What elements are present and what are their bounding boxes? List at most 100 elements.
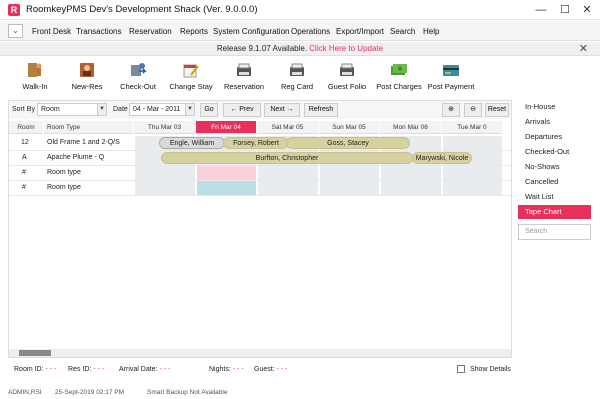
date-header-selected[interactable]: Fri Mar 04 [196,121,256,134]
date-cell[interactable] [442,181,502,195]
menu-front-desk[interactable]: Front Desk [32,27,71,36]
date-header[interactable]: Tue Mar 0 [442,121,502,134]
change-stay-icon [183,64,199,78]
update-link[interactable]: Click Here to Update [309,44,383,53]
room-id-field: Room ID: - - - [14,366,56,373]
sidebar-item-arrivals[interactable]: Arrivals [518,115,591,129]
zoom-in-button[interactable]: ⊕ [442,103,460,117]
sidebar-item-no-shows[interactable]: No-Shows [518,160,591,174]
menu-reports[interactable]: Reports [180,27,208,36]
room-column-header: Room [9,121,43,134]
date-cell[interactable] [380,181,441,195]
search-input[interactable]: Search [518,224,591,240]
printer-icon [290,63,304,76]
check-out-label: Check-Out [120,82,156,91]
room-id-label: Room ID: [14,366,44,373]
update-text: Release 9.1.07 Available. [216,44,310,53]
user-name: ADMIN,RSI [8,389,42,396]
menu-help[interactable]: Help [423,27,439,36]
booking-bar[interactable]: Marywski, Nicole [412,152,472,164]
res-id-label: Res ID: [68,366,92,373]
minimize-button[interactable]: — [533,2,549,18]
date-cell[interactable] [257,181,318,195]
date-cell[interactable] [442,136,502,150]
booking-bar[interactable]: Forsey, Robert [223,137,289,149]
post-charges-button[interactable]: Post Charges [369,62,429,91]
post-payment-label: Post Payment [427,82,475,91]
close-icon[interactable]: ✕ [579,42,588,56]
go-button[interactable]: Go [200,103,218,117]
room-number: # [22,184,26,191]
walk-in-icon [28,63,42,77]
guest-folio-button[interactable]: Guest Folio [317,62,377,91]
menu-system-configuration[interactable]: System Configuration [213,27,289,36]
sidebar-item-cancelled[interactable]: Cancelled [518,175,591,189]
date-cell[interactable] [380,166,441,180]
menu-export-import[interactable]: Export/Import [336,27,384,36]
reservation-button[interactable]: Reservation [214,62,274,91]
date-cell[interactable] [319,166,379,180]
post-payment-button[interactable]: Post Payment [421,62,481,91]
arrival-date-value: - - - [159,366,171,373]
room-type-column-header: Room Type [44,121,133,134]
guest-field: Guest: - - - [254,366,287,373]
booking-bar[interactable]: Engle, William [159,137,225,149]
room-number: A [22,154,27,161]
reservation-details-bar: Room ID: - - - Res ID: - - - Arrival Dat… [8,362,512,378]
reset-button[interactable]: Reset [485,103,509,117]
nights-value: - - - [232,366,244,373]
refresh-button[interactable]: Refresh [304,103,338,117]
nights-label: Nights: [209,366,231,373]
date-header[interactable]: Thu Mar 03 [134,121,195,134]
show-details-checkbox[interactable] [457,365,465,373]
change-stay-button[interactable]: Change Stay [161,62,221,91]
title-bar: R RoomkeyPMS Dev's Development Shack (Ve… [0,0,600,20]
booking-bar[interactable]: Burfton, Christopher [161,152,413,164]
close-window-button[interactable]: ✕ [579,2,595,18]
date-cell[interactable] [319,181,379,195]
guest-value: - - - [276,366,288,373]
menu-bar: ⌄ Front Desk Transactions Reservation Re… [0,21,600,41]
booking-bar[interactable]: Goss, Stacey [286,137,410,149]
update-banner: Release 9.1.07 Available. Click Here to … [0,42,600,56]
date-header[interactable]: Sun Mar 05 [319,121,379,134]
room-type: Apache Plume - Q [47,154,105,161]
horizontal-scrollbar[interactable] [9,349,511,357]
date-cell[interactable] [442,166,502,180]
date-header[interactable]: Mon Mar 06 [380,121,441,134]
payment-icon [443,65,459,76]
walk-in-button[interactable]: Walk-In [5,62,65,91]
date-cell-selected[interactable] [196,181,256,195]
menu-dropdown-button[interactable]: ⌄ [8,24,23,38]
menu-search[interactable]: Search [390,27,415,36]
room-number: 12 [21,139,29,146]
zoom-out-button[interactable]: ⊖ [464,103,482,117]
check-out-icon [131,63,147,76]
sort-by-label: Sort By [12,106,35,113]
arrival-date-field: Arrival Date: - - - [119,366,170,373]
sidebar-item-tape-chart[interactable]: Tape Chart [518,205,591,219]
menu-operations[interactable]: Operations [291,27,330,36]
scrollbar-thumb[interactable] [19,350,51,356]
prev-button[interactable]: ← Prev [223,103,261,117]
printer-icon [340,63,354,76]
date-header[interactable]: Sat Mar 05 [257,121,318,134]
maximize-button[interactable]: ☐ [557,2,573,18]
sidebar-item-in-house[interactable]: In-House [518,100,591,114]
menu-transactions[interactable]: Transactions [76,27,122,36]
table-row: # Room type [9,166,511,181]
date-cell[interactable] [134,181,195,195]
next-button[interactable]: Next → [264,103,300,117]
sidebar-item-wait-list[interactable]: Wait List [518,190,591,204]
calendar-dropdown-icon[interactable]: ▼ [185,103,195,116]
sidebar-item-departures[interactable]: Departures [518,130,591,144]
check-out-button[interactable]: Check-Out [108,62,168,91]
money-icon [391,64,407,75]
date-cell-selected[interactable] [196,166,256,180]
chevron-down-icon[interactable]: ▼ [97,103,107,116]
date-cell[interactable] [257,166,318,180]
menu-reservation[interactable]: Reservation [129,27,172,36]
date-cell[interactable] [134,166,195,180]
new-reservation-icon [80,63,94,77]
sidebar-item-checked-out[interactable]: Checked-Out [518,145,591,159]
